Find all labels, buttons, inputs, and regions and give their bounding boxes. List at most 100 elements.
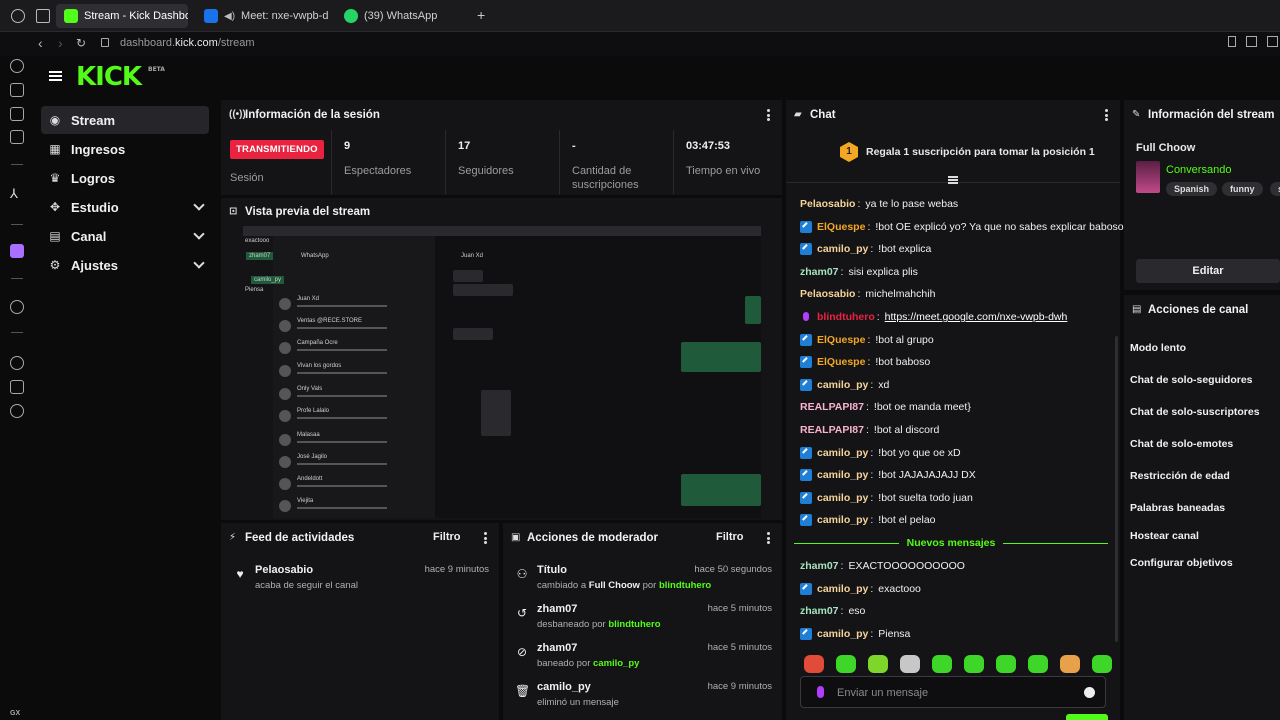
emote-icon[interactable] [932,655,952,673]
action-emotes-only[interactable]: Chat de solo-emotes [1130,438,1233,450]
emoji-icon[interactable] [1084,687,1095,698]
kebab-menu-icon[interactable] [484,532,487,544]
chat-username[interactable]: ElQuespe [817,221,865,233]
shop-icon[interactable] [10,83,24,97]
history-icon[interactable] [10,59,24,73]
chat-username[interactable]: camilo_py [817,492,868,504]
kebab-menu-icon[interactable] [1105,109,1108,121]
player-icon[interactable] [10,300,24,314]
nav-item-stream[interactable]: ◉ Stream [41,106,209,134]
cursor-icon[interactable]: ⅄ [10,187,24,201]
chat-username[interactable]: camilo_py [817,583,868,595]
snapshot-icon[interactable] [1246,36,1257,47]
twitch-icon[interactable] [10,244,24,258]
url-field[interactable]: dashboard.kick.com/stream [120,37,255,49]
action-subscribers-only[interactable]: Chat de solo-suscriptores [1130,406,1260,418]
browser-tab-kick[interactable]: Stream - Kick Dashboard [56,4,188,28]
chat-username[interactable]: zham07 [800,266,839,278]
clock-icon[interactable] [10,356,24,370]
emote-icon[interactable] [868,655,888,673]
mod-action-actor[interactable]: blindtuhero [608,619,660,630]
chat-icon: ▰ [794,109,802,120]
tab-overview-icon[interactable] [36,9,50,23]
emote-icon[interactable] [1092,655,1112,673]
chat-username[interactable]: camilo_py [817,447,868,459]
back-icon[interactable]: ‹ [38,35,43,51]
chat-scrollbar[interactable] [1115,336,1118,642]
collapse-icon[interactable] [948,176,958,178]
hamburger-icon[interactable] [49,71,62,81]
stream-category[interactable]: Conversando [1166,164,1231,176]
clipboard-icon: ▣ [511,532,521,543]
chat-username[interactable]: ElQuespe [817,334,865,346]
chat-message-input[interactable] [837,685,1077,701]
emote-icon[interactable] [996,655,1016,673]
nav-item-canal[interactable]: ▤ Canal [41,222,209,250]
chat-username[interactable]: Pelaosabio [800,288,855,300]
reload-icon[interactable]: ↻ [76,36,86,50]
filter-button[interactable]: Filtro [716,531,744,543]
session-status: TRANSMITIENDO Sesión [221,130,331,194]
chat-username[interactable]: zham07 [800,560,839,572]
kick-logo[interactable]: KICK BETA [76,62,165,92]
chat-input-box[interactable] [800,676,1106,708]
mail-icon[interactable] [10,130,24,144]
emote-icon[interactable] [900,655,920,673]
action-host-channel[interactable]: Hostear canal [1130,530,1199,542]
chat-username[interactable]: camilo_py [817,379,868,391]
emote-icon[interactable] [1028,655,1048,673]
emote-icon[interactable] [1060,655,1080,673]
action-banned-words[interactable]: Palabras baneadas [1130,502,1225,514]
mod-action-actor[interactable]: camilo_py [593,658,639,669]
chat-username[interactable]: camilo_py [817,628,868,640]
send-button[interactable] [1066,714,1108,720]
chat-username[interactable]: Pelaosabio [800,198,855,210]
stream-tag[interactable]: funny [1222,182,1263,196]
action-followers-only[interactable]: Chat de solo-seguidores [1130,374,1253,386]
new-tab-icon[interactable]: + [477,7,485,23]
browser-tab-meet[interactable]: ◀) Meet: nxe-vwpb-d [196,4,330,28]
chat-username[interactable]: REALPAPI87 [800,424,864,436]
forward-icon[interactable]: › [58,35,63,51]
chat-username[interactable]: camilo_py [817,243,868,255]
chat-username[interactable]: camilo_py [817,469,868,481]
new-messages-divider[interactable]: Nuevos mensajes [794,536,1108,550]
chat-username[interactable]: blindtuhero [817,311,875,323]
emote-icon[interactable] [964,655,984,673]
image-icon[interactable] [10,107,24,121]
mod-action-actor[interactable]: blindtuhero [659,580,711,591]
emote-icon[interactable] [836,655,856,673]
action-slow-mode[interactable]: Modo lento [1130,342,1186,354]
chat-username[interactable]: camilo_py [817,514,868,526]
chat-username[interactable]: ElQuespe [817,356,865,368]
stream-tag[interactable]: spa [1270,182,1280,196]
stream-preview-video[interactable]: exactooo zham07 WhatsApp camilo_py Piens… [243,226,761,518]
bookmark-icon[interactable] [1228,36,1236,47]
nav-item-estudio[interactable]: ✥ Estudio [41,193,209,221]
browser-tab-whatsapp[interactable]: (39) WhatsApp [336,4,466,28]
filter-button[interactable]: Filtro [433,531,461,543]
settings-icon[interactable] [10,404,24,418]
kebab-menu-icon[interactable] [767,532,770,544]
nav-item-ingresos[interactable]: ▦ Ingresos [41,135,209,163]
browser-menu-icon[interactable] [11,9,25,23]
emote-icon[interactable] [804,655,824,673]
action-configure-goals[interactable]: Configurar objetivos [1130,557,1233,569]
nav-item-ajustes[interactable]: ⚙ Ajustes [41,251,209,279]
stream-tag[interactable]: Spanish [1166,182,1218,196]
edit-button[interactable]: Editar [1136,259,1280,283]
chat-username[interactable]: zham07 [800,605,839,617]
chat-text: !bot JAJAJAJAJJ DX [878,469,976,482]
chat-colon: : [870,243,874,256]
chart-icon: ▦ [49,142,61,156]
broadcast-icon: ◉ [49,113,61,127]
preview-contact-name: Juan Xd [297,296,320,302]
kebab-menu-icon[interactable] [767,109,770,121]
chat-link[interactable]: https://meet.google.com/nxe-vwpb-dwh [885,311,1068,323]
nav-item-logros[interactable]: ♛ Logros [41,164,209,192]
chat-username[interactable]: REALPAPI87 [800,401,864,413]
extensions-icon[interactable] [10,380,24,394]
download-icon[interactable] [1267,36,1278,47]
gift-subscription-banner[interactable]: 1 Regala 1 suscripción para tomar la pos… [840,142,1095,162]
action-age-restriction[interactable]: Restricción de edad [1130,470,1230,482]
